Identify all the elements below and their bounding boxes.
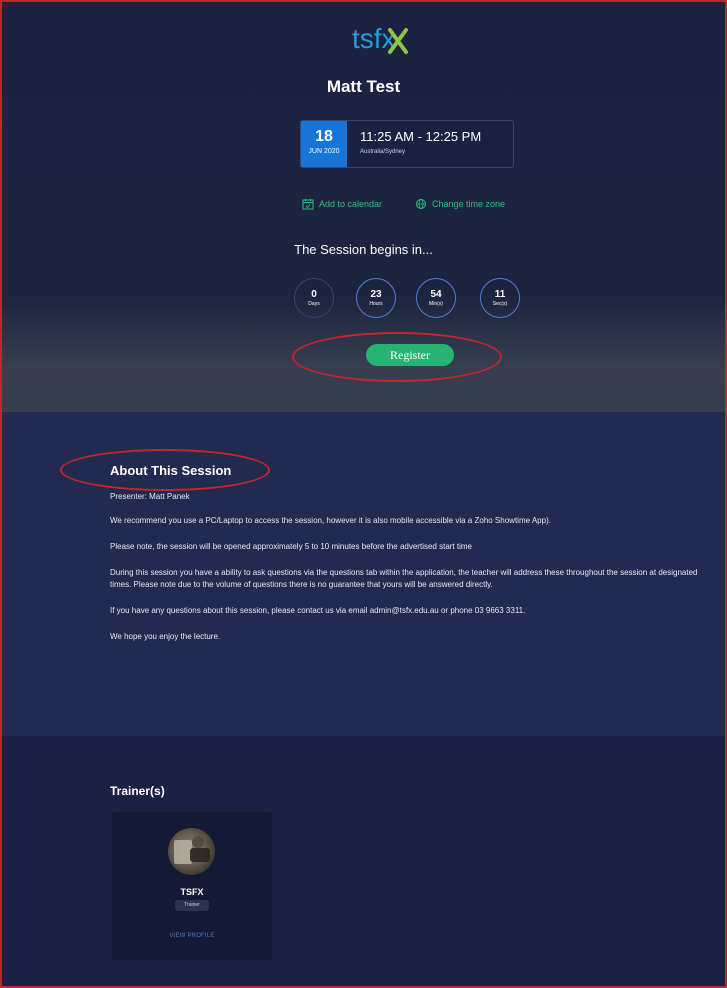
hero-background-blur xyxy=(2,302,725,412)
trainer-name: TSFX xyxy=(180,887,204,897)
add-to-calendar-label: Add to calendar xyxy=(319,199,383,209)
tsfx-logo: tsfx xyxy=(352,23,408,54)
countdown-label: Min(s) xyxy=(429,301,443,307)
about-paragraph: We recommend you use a PC/Laptop to acce… xyxy=(110,516,551,525)
session-time-range: 11:25 AM - 12:25 PM xyxy=(360,129,482,144)
globe-icon xyxy=(416,199,426,209)
about-body: Presenter: Matt Panek We recommend you u… xyxy=(110,491,700,657)
register-button[interactable]: Register xyxy=(366,344,454,366)
hero-section: tsfx Matt Test 18 JUN 2020 11:25 AM - 12… xyxy=(2,2,725,412)
countdown-timer: 0 Days 23 Hours 54 Min(s) 11 Sec(s) xyxy=(2,278,725,318)
change-time-zone-link[interactable]: Change time zone xyxy=(415,198,505,210)
logo-text: tsfx xyxy=(352,23,396,54)
countdown-days: 0 Days xyxy=(294,278,334,318)
date-month: JUN 2020 xyxy=(308,148,340,155)
session-title: Matt Test xyxy=(326,77,401,96)
countdown-minutes: 54 Min(s) xyxy=(416,278,456,318)
about-paragraph: We hope you enjoy the lecture. xyxy=(110,632,221,641)
countdown-label: Days xyxy=(308,301,320,307)
avatar-photo xyxy=(174,836,210,864)
countdown-heading: The Session begins in... xyxy=(294,242,433,257)
about-title: About This Session xyxy=(110,463,232,478)
countdown-value: 11 xyxy=(494,289,506,300)
session-timezone: Australia/Sydney xyxy=(360,149,406,155)
presenter-text: Presenter: Matt Panek xyxy=(110,492,190,501)
trainer-card: TSFX Trainer VIEW PROFILE xyxy=(112,812,272,960)
change-time-zone-label: Change time zone xyxy=(432,199,506,209)
view-profile-link[interactable]: VIEW PROFILE xyxy=(112,933,272,939)
page-frame: tsfx Matt Test 18 JUN 2020 11:25 AM - 12… xyxy=(0,0,727,988)
countdown-label: Sec(s) xyxy=(492,301,508,307)
session-date-card: 18 JUN 2020 11:25 AM - 12:25 PM Australi… xyxy=(300,120,514,168)
countdown-value: 23 xyxy=(370,289,382,300)
session-links: Add to calendar Change time zone xyxy=(2,198,725,212)
date-badge: 18 JUN 2020 xyxy=(301,121,347,167)
trainers-title: Trainer(s) xyxy=(110,784,165,798)
about-paragraph: If you have any questions about this ses… xyxy=(110,606,526,615)
avatar xyxy=(168,828,215,875)
countdown-hours: 23 Hours xyxy=(356,278,396,318)
date-day: 18 xyxy=(315,128,333,145)
countdown-value: 0 xyxy=(311,289,317,300)
add-to-calendar-link[interactable]: Add to calendar xyxy=(302,198,382,210)
calendar-icon xyxy=(302,199,314,210)
countdown-value: 54 xyxy=(430,289,442,300)
countdown-seconds: 11 Sec(s) xyxy=(480,278,520,318)
countdown-label: Hours xyxy=(369,301,383,307)
about-section: About This Session Presenter: Matt Panek… xyxy=(2,412,725,736)
trainer-role-badge: Trainer xyxy=(175,900,209,911)
about-paragraph: During this session you have a ability t… xyxy=(110,568,698,589)
about-paragraph: Please note, the session will be opened … xyxy=(110,542,472,551)
